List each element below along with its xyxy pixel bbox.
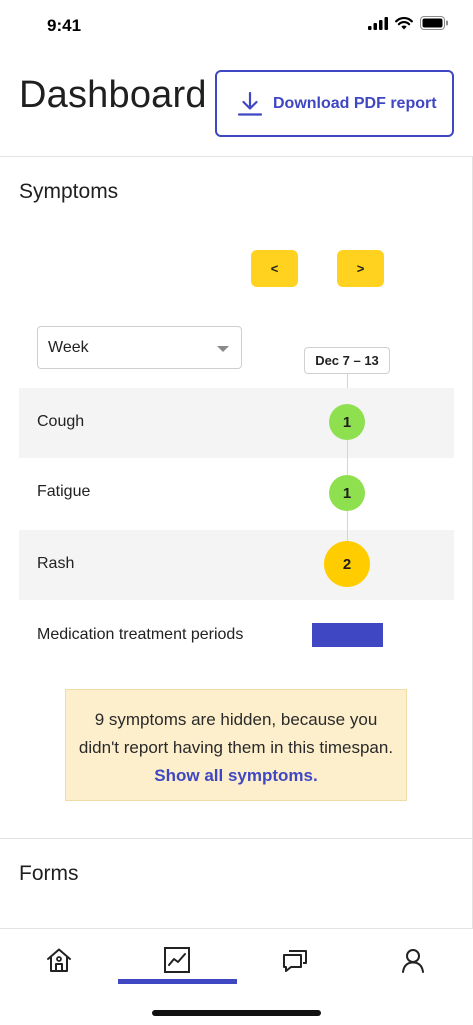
symptoms-title: Symptoms xyxy=(19,180,119,203)
chevron-down-icon xyxy=(217,346,229,352)
battery-icon xyxy=(420,16,448,30)
nav-messages[interactable] xyxy=(265,943,325,977)
bottom-nav xyxy=(0,928,473,1025)
download-icon xyxy=(237,91,263,116)
hidden-symptoms-notice: 9 symptoms are hidden, because you didn'… xyxy=(65,689,407,801)
period-select[interactable]: Week xyxy=(37,326,242,369)
medication-period-bar[interactable] xyxy=(312,623,383,647)
symptom-name: Fatigue xyxy=(37,483,91,500)
wifi-icon xyxy=(395,16,413,29)
nav-profile[interactable] xyxy=(383,943,443,977)
hidden-symptoms-text: 9 symptoms are hidden, because you didn'… xyxy=(78,710,394,757)
page-title: Dashboard xyxy=(19,74,207,116)
symptom-count-bubble[interactable]: 2 xyxy=(324,541,370,587)
nav-home[interactable] xyxy=(29,943,89,977)
symptom-name: Rash xyxy=(37,555,75,572)
period-select-value: Week xyxy=(48,339,89,356)
forms-title: Forms xyxy=(19,862,79,885)
status-icons xyxy=(368,16,449,30)
chat-icon xyxy=(283,950,307,972)
divider xyxy=(0,156,473,157)
active-tab-indicator xyxy=(118,979,237,984)
symptom-row-cough[interactable]: Cough xyxy=(19,388,454,458)
symptom-count-bubble[interactable]: 1 xyxy=(329,475,365,511)
nav-dashboard[interactable] xyxy=(147,943,207,977)
show-all-symptoms-link[interactable]: Show all symptoms. xyxy=(154,766,317,785)
next-week-button[interactable]: > xyxy=(337,250,384,287)
profile-icon xyxy=(402,949,424,973)
home-indicator xyxy=(152,1010,321,1016)
status-time: 9:41 xyxy=(47,16,82,35)
status-bar: 9:41 xyxy=(0,0,473,50)
symptom-row-fatigue[interactable]: Fatigue xyxy=(19,458,454,528)
symptom-count-bubble[interactable]: 1 xyxy=(329,404,365,440)
chart-icon xyxy=(164,947,190,973)
home-icon xyxy=(47,948,71,972)
week-label: Dec 7 – 13 xyxy=(304,347,390,374)
symptom-row-rash[interactable]: Rash xyxy=(19,530,454,600)
divider xyxy=(0,838,473,839)
download-pdf-label: Download PDF report xyxy=(273,94,437,112)
download-pdf-button[interactable]: Download PDF report xyxy=(215,70,454,137)
previous-week-button[interactable]: < xyxy=(251,250,298,287)
medication-label: Medication treatment periods xyxy=(37,626,244,643)
symptom-name: Cough xyxy=(37,413,85,430)
cellular-signal-icon xyxy=(368,16,388,30)
